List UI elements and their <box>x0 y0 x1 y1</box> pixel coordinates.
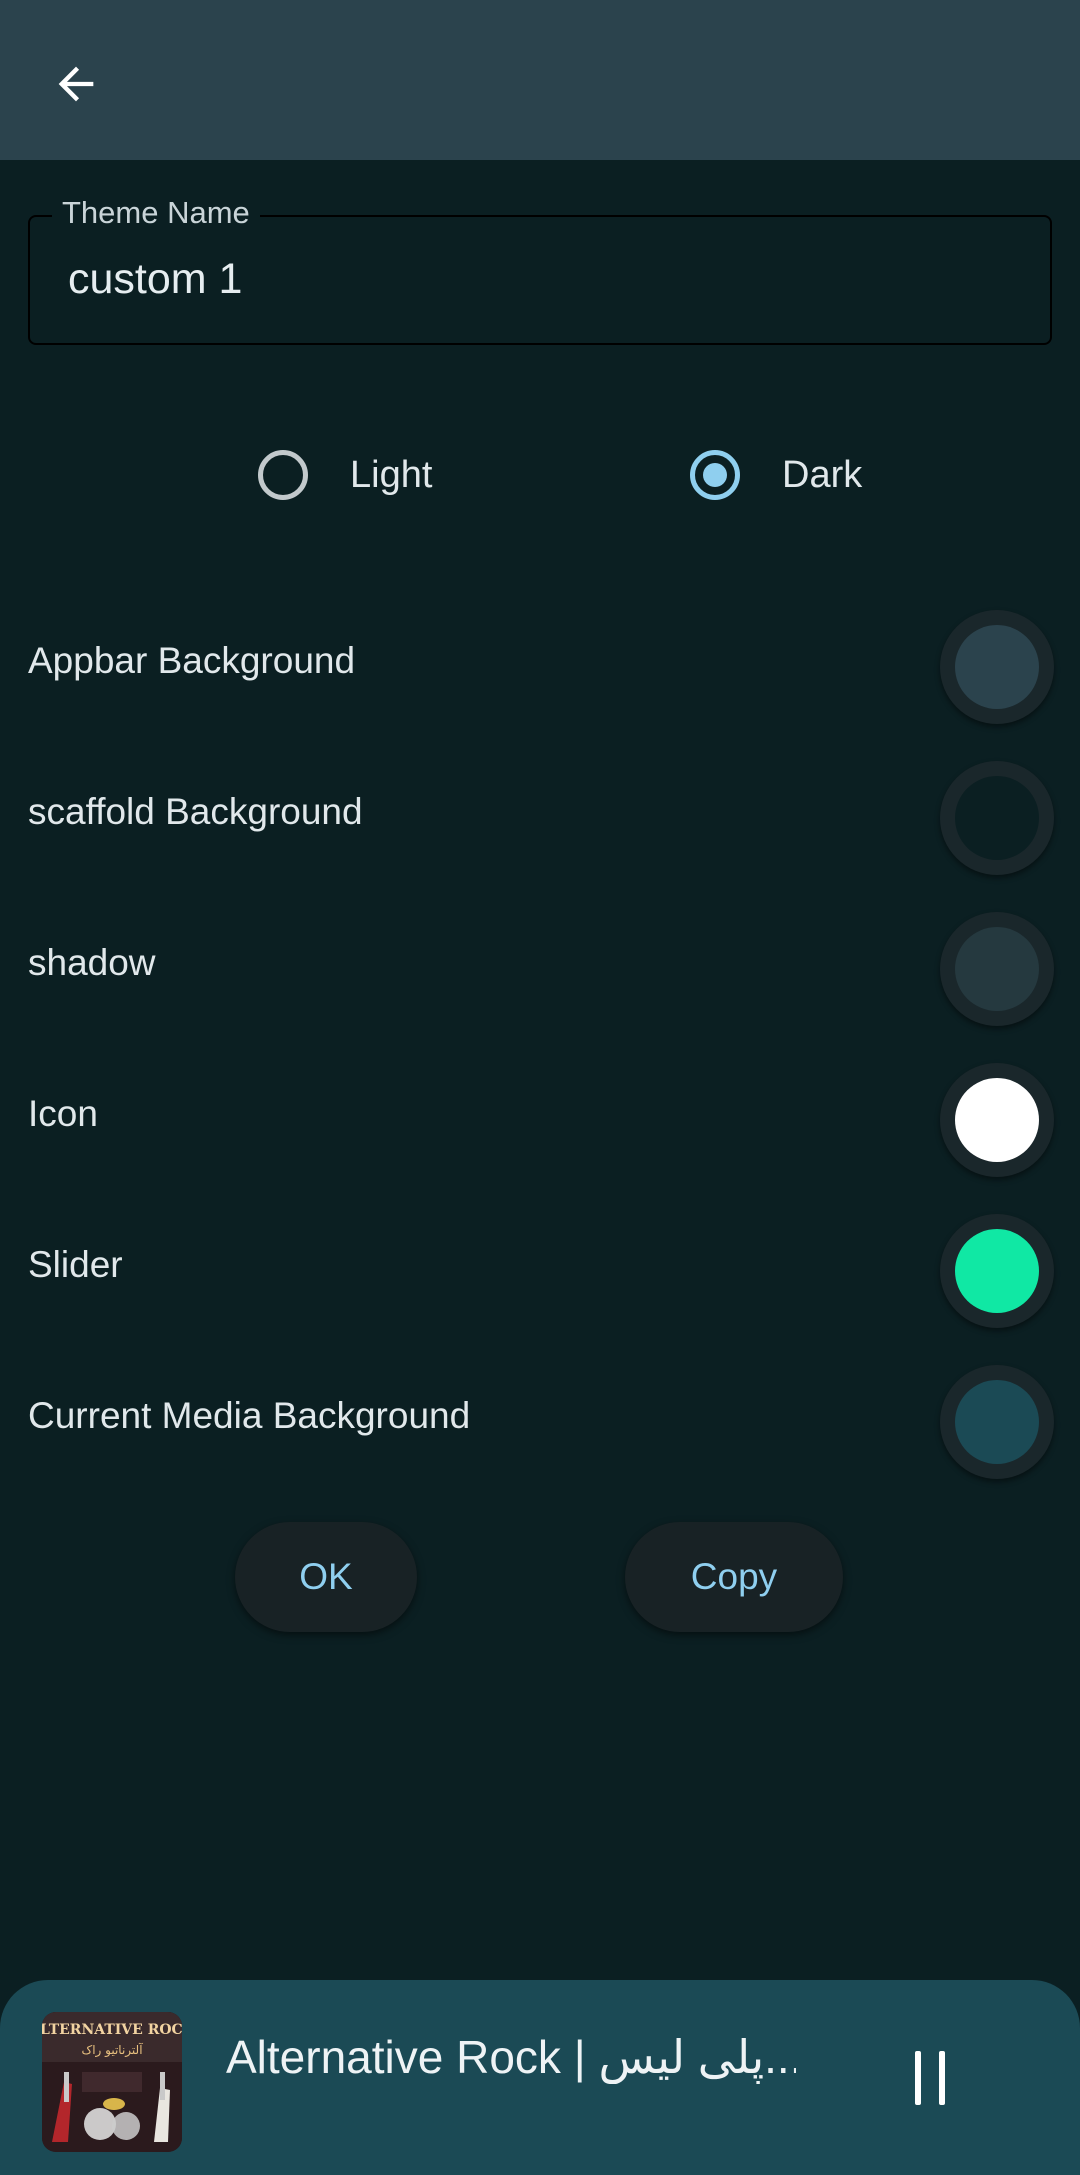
theme-name-input[interactable]: custom 1 <box>68 255 242 304</box>
color-row-scaffold-background: scaffold Background <box>0 761 1080 875</box>
color-swatch-button[interactable] <box>940 610 1054 724</box>
pause-button[interactable] <box>890 2028 970 2128</box>
color-swatch <box>955 927 1039 1011</box>
color-swatch-button[interactable] <box>940 1214 1054 1328</box>
radio-light[interactable]: Light <box>258 445 432 505</box>
color-row-label: scaffold Background <box>28 791 363 832</box>
color-swatch <box>955 1380 1039 1464</box>
copy-button[interactable]: Copy <box>625 1522 843 1632</box>
color-swatch <box>955 1078 1039 1162</box>
back-button[interactable] <box>36 44 116 124</box>
color-swatch <box>955 776 1039 860</box>
color-row-label: shadow <box>28 942 156 983</box>
color-row-label: Appbar Background <box>28 640 356 681</box>
album-cover-title: ALTERNATIVE ROCK <box>42 2022 182 2038</box>
radio-light-label: Light <box>350 453 433 496</box>
radio-dark-label: Dark <box>782 453 863 496</box>
album-cover[interactable]: ALTERNATIVE ROCK آلترناتیو راک <box>42 2012 182 2152</box>
color-swatch-button[interactable] <box>940 912 1054 1026</box>
mini-player[interactable]: ALTERNATIVE ROCK آلترناتیو راک Alternati… <box>0 1980 1080 2175</box>
album-cover-subtitle: آلترناتیو راک <box>81 2042 143 2058</box>
theme-name-label: Theme Name <box>52 195 260 231</box>
radio-dark-circle[interactable] <box>690 450 740 500</box>
pause-icon <box>915 2051 921 2105</box>
app-bar <box>0 0 1080 160</box>
color-row-shadow: shadow <box>0 912 1080 1026</box>
color-swatch-button[interactable] <box>940 1063 1054 1177</box>
color-swatch <box>955 1229 1039 1313</box>
mode-radio-group: Light Dark <box>0 445 1080 505</box>
color-swatch-button[interactable] <box>940 1365 1054 1479</box>
color-row-label: Icon <box>28 1093 98 1134</box>
color-row-appbar-background: Appbar Background <box>0 610 1080 724</box>
color-row-icon: Icon <box>0 1063 1080 1177</box>
radio-dark[interactable]: Dark <box>690 445 862 505</box>
theme-name-field[interactable]: Theme Name custom 1 <box>28 195 1052 345</box>
ok-button[interactable]: OK <box>235 1522 417 1632</box>
track-title: Alternative Rock | پلی لیس... <box>226 2031 796 2083</box>
color-row-slider: Slider <box>0 1214 1080 1328</box>
radio-light-circle[interactable] <box>258 450 308 500</box>
color-swatch <box>955 625 1039 709</box>
color-row-current-media-background: Current Media Background <box>0 1365 1080 1479</box>
album-art-image: ALTERNATIVE ROCK آلترناتیو راک <box>42 2012 182 2152</box>
color-row-label: Current Media Background <box>28 1395 471 1436</box>
color-swatch-button[interactable] <box>940 761 1054 875</box>
color-row-label: Slider <box>28 1244 123 1285</box>
pause-icon <box>939 2051 945 2105</box>
arrow-left-icon <box>58 66 94 102</box>
